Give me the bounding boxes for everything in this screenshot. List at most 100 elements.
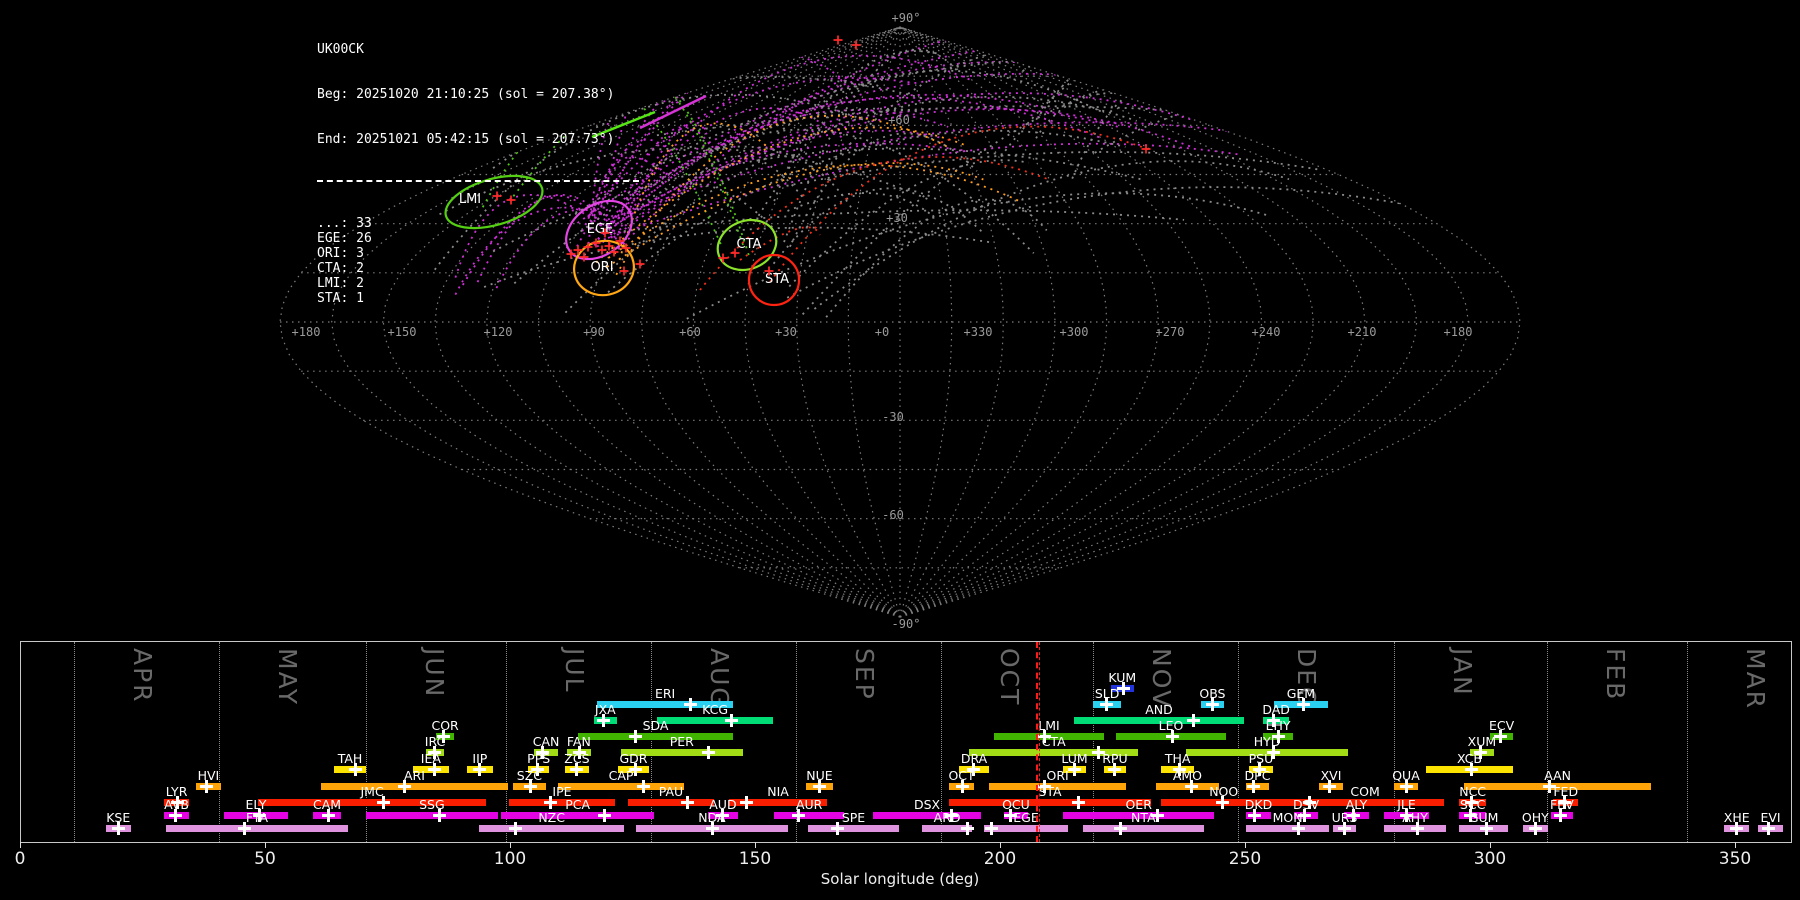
month-gridline — [1687, 642, 1688, 842]
shower-label-PER: PER — [669, 734, 694, 749]
shower-peak-cross-SDA — [629, 729, 643, 743]
axis-tick-label: 300 — [1473, 849, 1507, 869]
shower-peak-cross-GUM — [1479, 821, 1493, 835]
svg-text:+240: +240 — [1252, 325, 1281, 339]
shower-label-NTA: NTA — [1131, 810, 1156, 825]
shower-peak-cross-LEO — [1166, 729, 1180, 743]
shower-peak-cross-HVI — [199, 779, 213, 793]
shower-count-row: CTA: 2 — [317, 261, 364, 276]
shower-peak-cross-ECV — [1494, 729, 1508, 743]
axis-tick — [1000, 842, 1001, 848]
axis-tick-label: 350 — [1718, 849, 1752, 869]
axis-tick — [755, 842, 756, 848]
month-label-MAY: MAY — [272, 648, 302, 707]
shower-label-CTA: CTA — [1041, 734, 1066, 749]
shower-bar-JMC — [258, 799, 486, 806]
shower-label-SPE: SPE — [841, 810, 866, 825]
shower-label-STA: STA — [1038, 784, 1062, 799]
shower-peak-cross-AHY — [1411, 821, 1425, 835]
shower-bar-STA — [949, 799, 1151, 806]
activity-timeline-chart: APR MAY JUN JUL AUG SEP OCT NOV DEC JAN FEB MAR KUM E… — [20, 641, 1792, 843]
observation-header: UK00CK Beg: 20251020 21:10:25 (sol = 207… — [317, 12, 639, 336]
begin-time: Beg: 20251020 21:10:25 (sol = 207.38°) — [317, 87, 615, 102]
month-label-JUN: JUN — [419, 648, 449, 699]
shower-peak-cross-EGE — [984, 821, 998, 835]
shower-peak-cross-STA — [1072, 795, 1086, 809]
station-id: UK00CK — [317, 42, 364, 57]
radiant-label-CTA: CTA — [737, 237, 762, 252]
axis-tick — [20, 842, 21, 848]
axis-tick — [265, 842, 266, 848]
month-label-APR: APR — [127, 648, 157, 704]
month-label-SEP: SEP — [850, 648, 880, 701]
shower-peak-cross-XHE — [1730, 821, 1744, 835]
shower-peak-cross-RPU — [1107, 762, 1121, 776]
shower-peak-cross-SLD — [1100, 697, 1114, 711]
shower-label-PAU: PAU — [658, 784, 684, 799]
shower-peak-cross-KSE — [111, 821, 125, 835]
shower-peak-cross-TAH — [348, 762, 362, 776]
shower-peak-cross-AMO — [1184, 779, 1198, 793]
shower-peak-cross-NIA — [739, 795, 753, 809]
shower-bar-NZC — [479, 825, 625, 832]
shower-bar-ARI — [320, 783, 509, 790]
svg-text:+270: +270 — [1156, 325, 1185, 339]
axis-tick — [1245, 842, 1246, 848]
axis-tick-label: 0 — [14, 849, 26, 869]
svg-text:+60: +60 — [679, 325, 701, 339]
axis-tick-label: 50 — [254, 849, 276, 869]
shower-peak-cross-JXA — [596, 713, 610, 727]
shower-peak-cross-FEV — [1553, 808, 1567, 822]
shower-peak-cross-ERI — [684, 697, 698, 711]
shower-peak-cross-CAM — [321, 808, 335, 822]
shower-label-NIA: NIA — [767, 784, 789, 799]
shower-peak-cross-PCA — [597, 808, 611, 822]
svg-text:+60: +60 — [888, 113, 910, 127]
shower-count-row: STA: 1 — [317, 291, 364, 306]
axis-tick-label: 200 — [983, 849, 1017, 869]
shower-count-row: EGE: 26 — [317, 231, 372, 246]
shower-bar-MON — [1246, 825, 1330, 832]
month-label-OCT: OCT — [995, 648, 1025, 707]
shower-bar-SDA — [578, 733, 733, 740]
svg-text:+0: +0 — [875, 325, 889, 339]
shower-peak-cross-GEM — [1297, 697, 1311, 711]
shower-peak-cross-CAP — [637, 779, 651, 793]
shower-peak-cross-NTA — [1113, 821, 1127, 835]
month-label-MAR: MAR — [1741, 648, 1770, 711]
svg-text:+90°: +90° — [892, 11, 921, 25]
shower-label-ARD: ARD — [933, 810, 961, 825]
month-label-AUG: AUG — [705, 648, 735, 709]
shower-peak-cross-ZCS — [569, 762, 583, 776]
shower-peak-cross-URS — [1338, 821, 1352, 835]
shower-peak-cross-ARI — [397, 779, 411, 793]
shower-peak-cross-DKD — [1248, 808, 1262, 822]
shower-label-AND: AND — [1145, 702, 1173, 717]
shower-peak-cross-NUE — [812, 779, 826, 793]
separator-line — [317, 180, 639, 182]
shower-peak-cross-XCB — [1465, 762, 1479, 776]
month-gridline — [218, 642, 220, 842]
shower-bar-SSG — [365, 812, 498, 819]
shower-peak-cross-AVB — [169, 808, 183, 822]
shower-peak-cross-LUM — [1067, 762, 1081, 776]
axis-tick — [1735, 842, 1736, 848]
shower-peak-cross-FTA — [238, 821, 252, 835]
current-solar-longitude-marker — [1035, 642, 1040, 842]
month-gridline — [1238, 642, 1240, 842]
month-gridline — [73, 642, 75, 842]
shower-label-NZC: NZC — [538, 810, 565, 825]
shower-peak-cross-PAU — [681, 795, 695, 809]
shower-bar-DSX — [873, 812, 981, 819]
axis-tick-label: 150 — [738, 849, 772, 869]
month-label-JAN: JAN — [1447, 648, 1477, 697]
radiant-sky-map: LMIEGEORICTASTA+180 +150 +120 +90 +60 +30 +0 +3… — [279, 11, 1521, 631]
shower-bar-AUR — [774, 812, 845, 819]
svg-text:-90°: -90° — [892, 617, 921, 631]
shower-counts-list: ...: 33 EGE: 26 ORI: 3 CTA: 2 LMI: 2 STA: 1 — [317, 216, 639, 306]
axis-tick-label: 250 — [1228, 849, 1262, 869]
svg-text:+300: +300 — [1060, 325, 1089, 339]
shower-peak-cross-JMC — [376, 795, 390, 809]
shower-peak-cross-PER — [702, 745, 716, 759]
end-time: End: 20251021 05:42:15 (sol = 207.73°) — [317, 132, 615, 147]
